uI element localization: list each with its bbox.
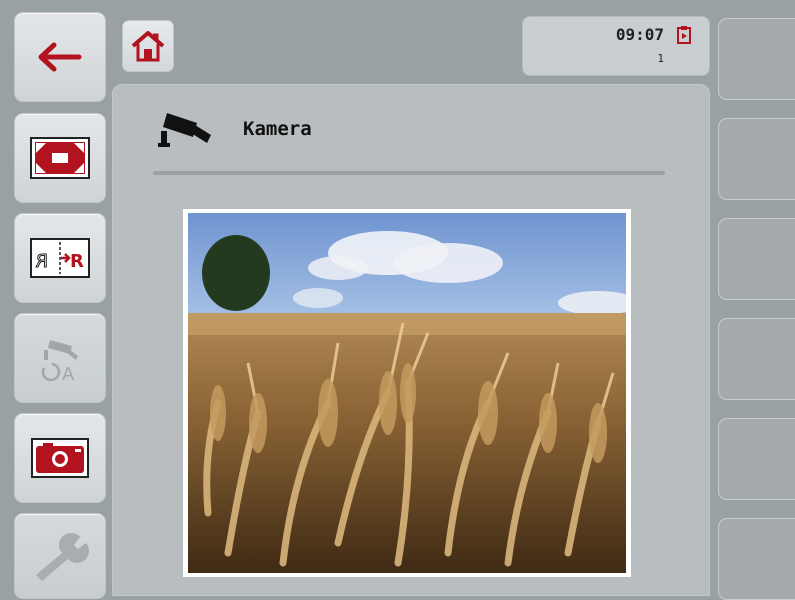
auto-label: A bbox=[62, 364, 75, 385]
camera-auto-switch-button[interactable]: A bbox=[14, 313, 106, 403]
home-icon bbox=[131, 31, 165, 62]
camera-view[interactable] bbox=[183, 209, 631, 577]
mirror-button[interactable]: R R bbox=[14, 213, 106, 303]
main-panel: Kamera bbox=[112, 84, 710, 596]
settings-button[interactable] bbox=[14, 513, 106, 599]
clock-time: 09:07 bbox=[615, 25, 664, 44]
svg-text:R: R bbox=[35, 251, 48, 272]
camera-icon bbox=[158, 113, 211, 147]
right-softkey-1[interactable] bbox=[718, 18, 795, 100]
snapshot-button[interactable] bbox=[14, 413, 106, 503]
mirror-image-icon: R R bbox=[30, 238, 90, 278]
page-header: Kamera bbox=[157, 107, 312, 151]
back-button[interactable] bbox=[14, 12, 106, 102]
job-counter: 1 bbox=[657, 52, 664, 65]
clipboard-icon bbox=[677, 26, 691, 44]
right-softkey-2[interactable] bbox=[718, 118, 795, 200]
camera-image bbox=[188, 213, 626, 573]
right-softkey-3[interactable] bbox=[718, 218, 795, 300]
right-softkey-6[interactable] bbox=[718, 518, 795, 600]
fullscreen-icon bbox=[30, 137, 90, 179]
right-softkey-5[interactable] bbox=[718, 418, 795, 500]
wrench-icon bbox=[36, 532, 90, 581]
back-arrow-icon bbox=[38, 42, 82, 72]
snapshot-camera-icon bbox=[31, 438, 89, 478]
status-box: 09:07 1 bbox=[522, 16, 710, 76]
home-button[interactable] bbox=[122, 20, 174, 72]
mirror-label: R bbox=[70, 251, 84, 272]
fullscreen-button[interactable] bbox=[14, 113, 106, 203]
divider bbox=[153, 171, 665, 175]
camera-auto-switch-icon: A bbox=[41, 340, 78, 385]
page-title: Kamera bbox=[243, 118, 312, 140]
right-softkey-4[interactable] bbox=[718, 318, 795, 400]
